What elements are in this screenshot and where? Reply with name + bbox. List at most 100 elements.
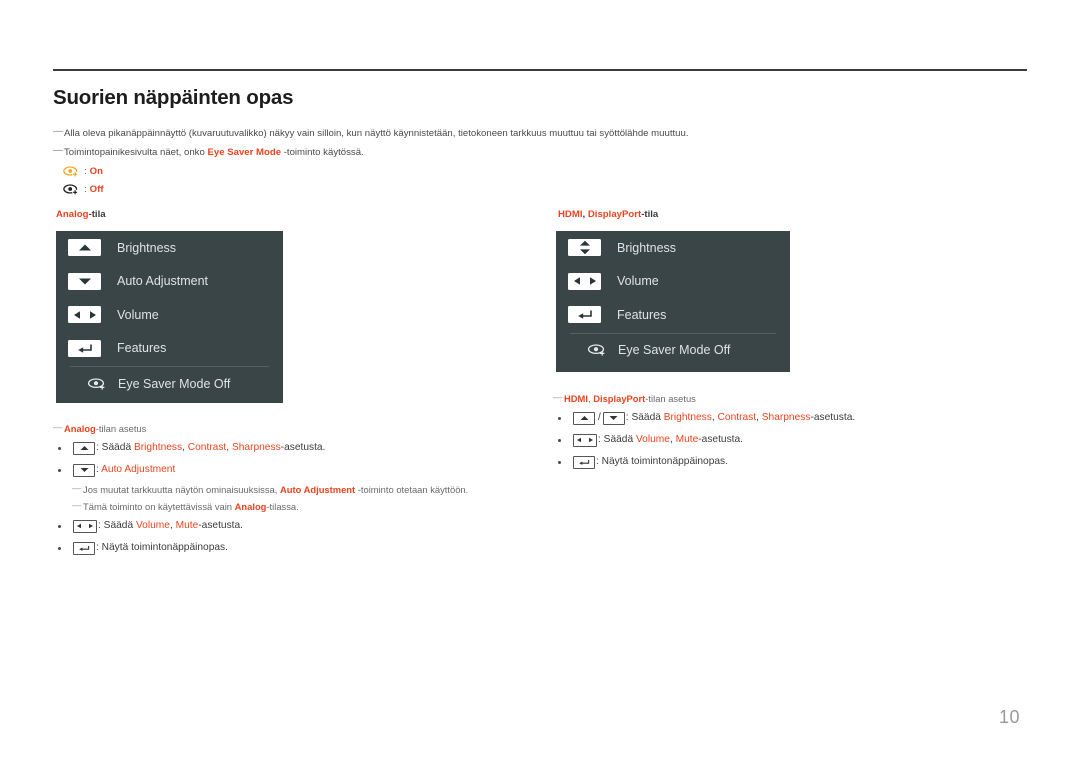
auto-adjustment-keyword: Auto Adjustment <box>101 464 176 475</box>
intro-note-2: — Toimintopainikesivulta näet, onko Eye S… <box>53 143 1013 162</box>
bullet-dot-icon <box>558 416 561 420</box>
osd-row-brightness[interactable]: Brightness <box>56 231 283 265</box>
displayport-tag: DisplayPort <box>587 209 642 220</box>
contrast-keyword: Contrast <box>187 442 227 453</box>
mute-keyword: Mute <box>675 434 699 445</box>
osd-row-eye-saver[interactable]: Eye Saver Mode Off <box>556 334 790 367</box>
left-right-arrow-key-icon <box>73 519 97 533</box>
list-item-text: : Säädä Brightness, Contrast, Sharpness-… <box>96 437 325 459</box>
legend-off-label: Off <box>89 183 104 195</box>
hdmi-caption-suffix: -tila <box>641 209 659 220</box>
eye-saver-icon <box>87 377 107 391</box>
osd-row-volume[interactable]: Volume <box>556 265 790 299</box>
hdmi-mode-caption: HDMI, DisplayPort-tila <box>558 209 658 220</box>
legend-separator: : <box>84 183 87 195</box>
intro-note-2-prefix: Toimintopainikesivulta näet, onko <box>64 147 208 158</box>
analog-tag: Analog <box>56 209 89 220</box>
list-item-text: : Näytä toimintonäppäinopas. <box>96 542 228 553</box>
document-page: Suorien näppäinten opas — Alla oleva pika… <box>0 0 1080 763</box>
note-prefix: Tämä toiminto on käytettävissä vain <box>83 501 235 512</box>
auto-adjustment-notes: — Jos muutat tarkkuutta näytön ominaisuuk… <box>53 481 523 515</box>
eye-saver-legend: : On : Off <box>63 162 104 198</box>
eye-saver-off-icon <box>63 183 79 196</box>
osd-row-brightness[interactable]: Brightness <box>556 231 790 265</box>
note-dash-icon: — <box>53 145 63 156</box>
osd-label-brightness: Brightness <box>117 240 177 255</box>
eye-saver-icon <box>587 343 607 357</box>
hdmi-section-note: — HDMI, DisplayPort-tilan asetus <box>553 390 1023 407</box>
down-arrow-key-icon <box>73 463 95 477</box>
intro-note-1-text: Alla oleva pikanäppäinnäyttö (kuvaruutuv… <box>64 128 689 139</box>
osd-row-features[interactable]: Features <box>56 332 283 366</box>
analog-settings-section: — Analog-tilan asetus : Säädä Brightness,… <box>53 420 523 559</box>
bullet-dot-icon <box>58 524 61 528</box>
displayport-tag: DisplayPort <box>593 393 646 404</box>
eye-saver-mode-keyword: Eye Saver Mode <box>207 147 282 158</box>
header-rule <box>53 69 1027 71</box>
left-right-arrow-key-icon[interactable] <box>568 272 601 290</box>
bullet-dot-icon <box>558 460 561 464</box>
bullet-prefix: : Säädä <box>98 520 136 531</box>
note-suffix: -toiminto otetaan käyttöön. <box>355 484 469 495</box>
list-item: : Säädä Volume, Mute-asetusta. <box>53 515 523 537</box>
up-down-arrow-key-icon[interactable] <box>568 239 601 257</box>
enter-key-icon <box>573 455 595 469</box>
note-dash-icon: — <box>53 126 63 137</box>
legend-row-off: : Off <box>63 180 104 198</box>
osd-row-features[interactable]: Features <box>556 298 790 332</box>
list-item-text: : Säädä Volume, Mute-asetusta. <box>98 515 243 537</box>
analog-tag: Analog <box>234 501 267 512</box>
bullet-prefix: : Säädä <box>96 442 134 453</box>
note-dash-icon: — <box>53 421 63 432</box>
note-suffix: -tilassa. <box>266 501 299 512</box>
enter-key-icon <box>73 541 95 555</box>
left-right-arrow-key-icon <box>573 433 597 447</box>
down-arrow-key-icon[interactable] <box>68 272 101 290</box>
analog-mode-caption: Analog-tila <box>56 209 106 220</box>
note-dash-icon: — <box>72 482 82 493</box>
list-item: / : Säädä Brightness, Contrast, Sharpnes… <box>553 407 1023 429</box>
bullet-dot-icon <box>558 438 561 442</box>
key-separator: / <box>598 412 601 423</box>
osd-row-volume[interactable]: Volume <box>56 298 283 332</box>
analog-tag: Analog <box>64 423 96 434</box>
osd-label-eye-saver: Eye Saver Mode Off <box>118 376 231 391</box>
enter-key-icon[interactable] <box>68 339 101 357</box>
list-item: : Säädä Volume, Mute-asetusta. <box>553 429 1023 451</box>
bullet-prefix: : Säädä <box>625 412 664 423</box>
list-item: : Näytä toimintonäppäinopas. <box>53 537 523 559</box>
hdmi-tag: HDMI <box>564 393 588 404</box>
contrast-keyword: Contrast <box>717 412 757 423</box>
legend-separator: : <box>84 165 87 177</box>
osd-label-features: Features <box>117 341 167 356</box>
bullet-prefix: : Säädä <box>598 434 636 445</box>
hdmi-osd-menu: Brightness Volume Features Eye Saver Mod… <box>556 231 790 372</box>
bullet-suffix: -asetusta. <box>198 520 244 531</box>
volume-keyword: Volume <box>635 434 670 445</box>
mute-keyword: Mute <box>175 520 199 531</box>
up-arrow-key-icon[interactable] <box>68 239 101 257</box>
legend-row-on: : On <box>63 162 104 180</box>
enter-key-icon[interactable] <box>568 306 601 324</box>
sharpness-keyword: Sharpness <box>761 412 811 423</box>
analog-osd-menu: Brightness Auto Adjustment Volume Featur… <box>56 231 283 403</box>
analog-section-note-rest: -tilan asetus <box>95 423 147 434</box>
intro-note-2-suffix: -toiminto käytössä. <box>281 147 364 158</box>
list-item: : Säädä Brightness, Contrast, Sharpness-… <box>53 437 523 459</box>
osd-row-eye-saver[interactable]: Eye Saver Mode Off <box>56 367 283 400</box>
list-item-text: : Näytä toimintonäppäinopas. <box>596 456 728 467</box>
hdmi-section-note-rest: -tilan asetus <box>645 393 696 404</box>
osd-row-auto-adjustment[interactable]: Auto Adjustment <box>56 265 283 299</box>
analog-section-note: — Analog-tilan asetus <box>53 420 523 437</box>
bullet-dot-icon <box>58 468 61 472</box>
brightness-keyword: Brightness <box>133 442 183 453</box>
osd-label-eye-saver: Eye Saver Mode Off <box>618 343 731 357</box>
down-arrow-key-icon <box>602 411 625 425</box>
left-right-arrow-key-icon[interactable] <box>68 306 101 324</box>
note-prefix: Jos muutat tarkkuutta näytön ominaisuuks… <box>83 484 280 495</box>
bullet-suffix: -asetusta. <box>698 434 744 445</box>
osd-label-volume: Volume <box>617 274 659 289</box>
bullet-suffix: -asetusta. <box>280 442 326 453</box>
note-dash-icon: — <box>553 391 563 402</box>
legend-on-label: On <box>89 165 103 177</box>
